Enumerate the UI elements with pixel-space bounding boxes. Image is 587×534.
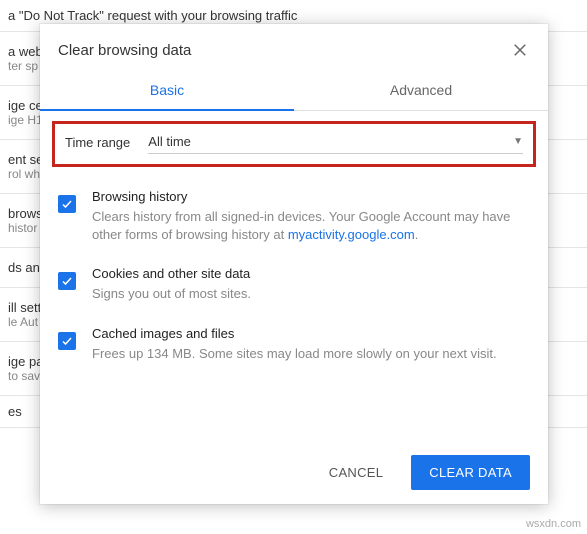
time-range-select[interactable]: All time ▼ bbox=[148, 130, 523, 154]
dialog-title: Clear browsing data bbox=[58, 42, 510, 59]
cancel-button[interactable]: CANCEL bbox=[311, 455, 402, 490]
option-cookies: Cookies and other site data Signs you ou… bbox=[58, 256, 530, 315]
time-range-value: All time bbox=[148, 134, 191, 149]
option-desc: Signs you out of most sites. bbox=[92, 285, 251, 303]
chevron-down-icon: ▼ bbox=[513, 136, 523, 147]
myactivity-link[interactable]: myactivity.google.com bbox=[288, 227, 415, 242]
watermark: wsxdn.com bbox=[526, 518, 581, 530]
option-title: Cookies and other site data bbox=[92, 266, 251, 281]
option-title: Browsing history bbox=[92, 189, 530, 204]
clear-browsing-data-dialog: Clear browsing data Basic Advanced Time … bbox=[40, 24, 548, 504]
checkbox-cookies[interactable] bbox=[58, 272, 76, 290]
dialog-tabs: Basic Advanced bbox=[40, 70, 548, 111]
tab-basic[interactable]: Basic bbox=[40, 70, 294, 110]
checkbox-cache[interactable] bbox=[58, 332, 76, 350]
option-browsing-history: Browsing history Clears history from all… bbox=[58, 179, 530, 256]
option-title: Cached images and files bbox=[92, 326, 497, 341]
option-desc: Frees up 134 MB. Some sites may load mor… bbox=[92, 345, 497, 363]
tab-advanced[interactable]: Advanced bbox=[294, 70, 548, 110]
checkbox-browsing-history[interactable] bbox=[58, 195, 76, 213]
option-cache: Cached images and files Frees up 134 MB.… bbox=[58, 316, 530, 375]
close-icon[interactable] bbox=[510, 40, 530, 60]
clear-data-button[interactable]: CLEAR DATA bbox=[411, 455, 530, 490]
time-range-label: Time range bbox=[65, 135, 130, 150]
time-range-highlight: Time range All time ▼ bbox=[52, 121, 536, 167]
option-desc: Clears history from all signed-in device… bbox=[92, 208, 530, 244]
